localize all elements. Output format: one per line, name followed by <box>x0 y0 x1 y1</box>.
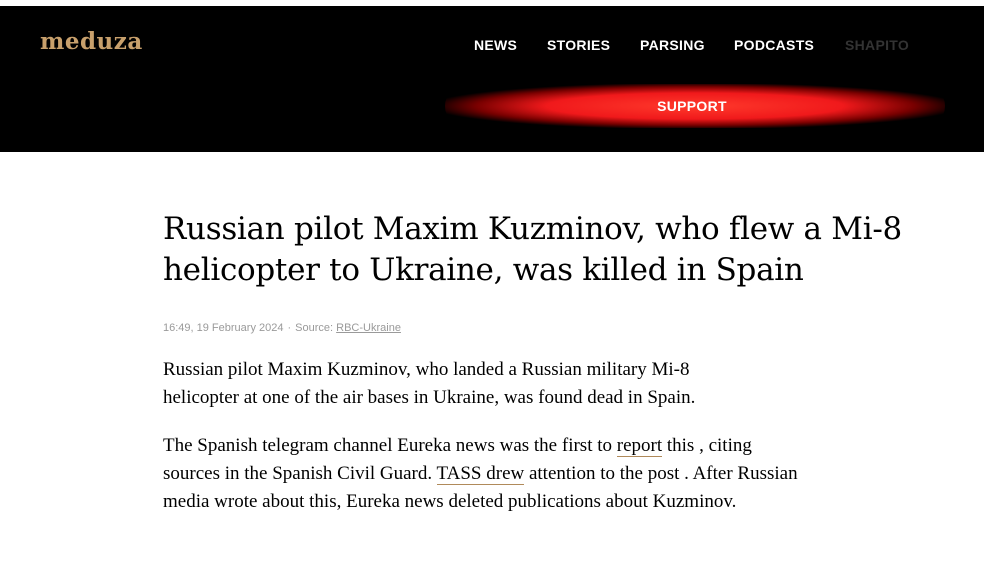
source-link[interactable]: RBC-Ukraine <box>336 322 401 334</box>
article-timestamp: 16:49, 19 February 2024 <box>163 322 284 334</box>
tass-link[interactable]: TASS drew <box>436 463 525 485</box>
paragraph-text: The Spanish telegram channel Eureka news… <box>163 435 617 456</box>
nav-shapito[interactable]: SHAPITO <box>845 37 909 53</box>
article-meta: 16:49, 19 February 2024 · Source: RBC-Ukra… <box>163 322 401 334</box>
nav-podcasts[interactable]: PODCASTS <box>734 37 814 53</box>
meta-separator: · <box>287 322 292 334</box>
nav-news[interactable]: NEWS <box>474 37 517 53</box>
meduza-logo[interactable]: meduza <box>40 28 143 55</box>
article-paragraph-1: Russian pilot Maxim Kuzminov, who landed… <box>163 359 696 408</box>
article-paragraph-2: The Spanish telegram channel Eureka news… <box>163 432 813 516</box>
nav-stories[interactable]: STORIES <box>547 37 610 53</box>
report-link[interactable]: report <box>616 435 663 457</box>
article-title: Russian pilot Maxim Kuzminov, who flew a… <box>163 211 902 288</box>
nav-parsing[interactable]: PARSING <box>640 37 705 53</box>
source-prefix: Source: <box>295 322 334 334</box>
site-header: meduza NEWS STORIES PARSING PODCASTS SHA… <box>0 6 984 152</box>
support-button[interactable]: SUPPORT <box>600 95 784 117</box>
